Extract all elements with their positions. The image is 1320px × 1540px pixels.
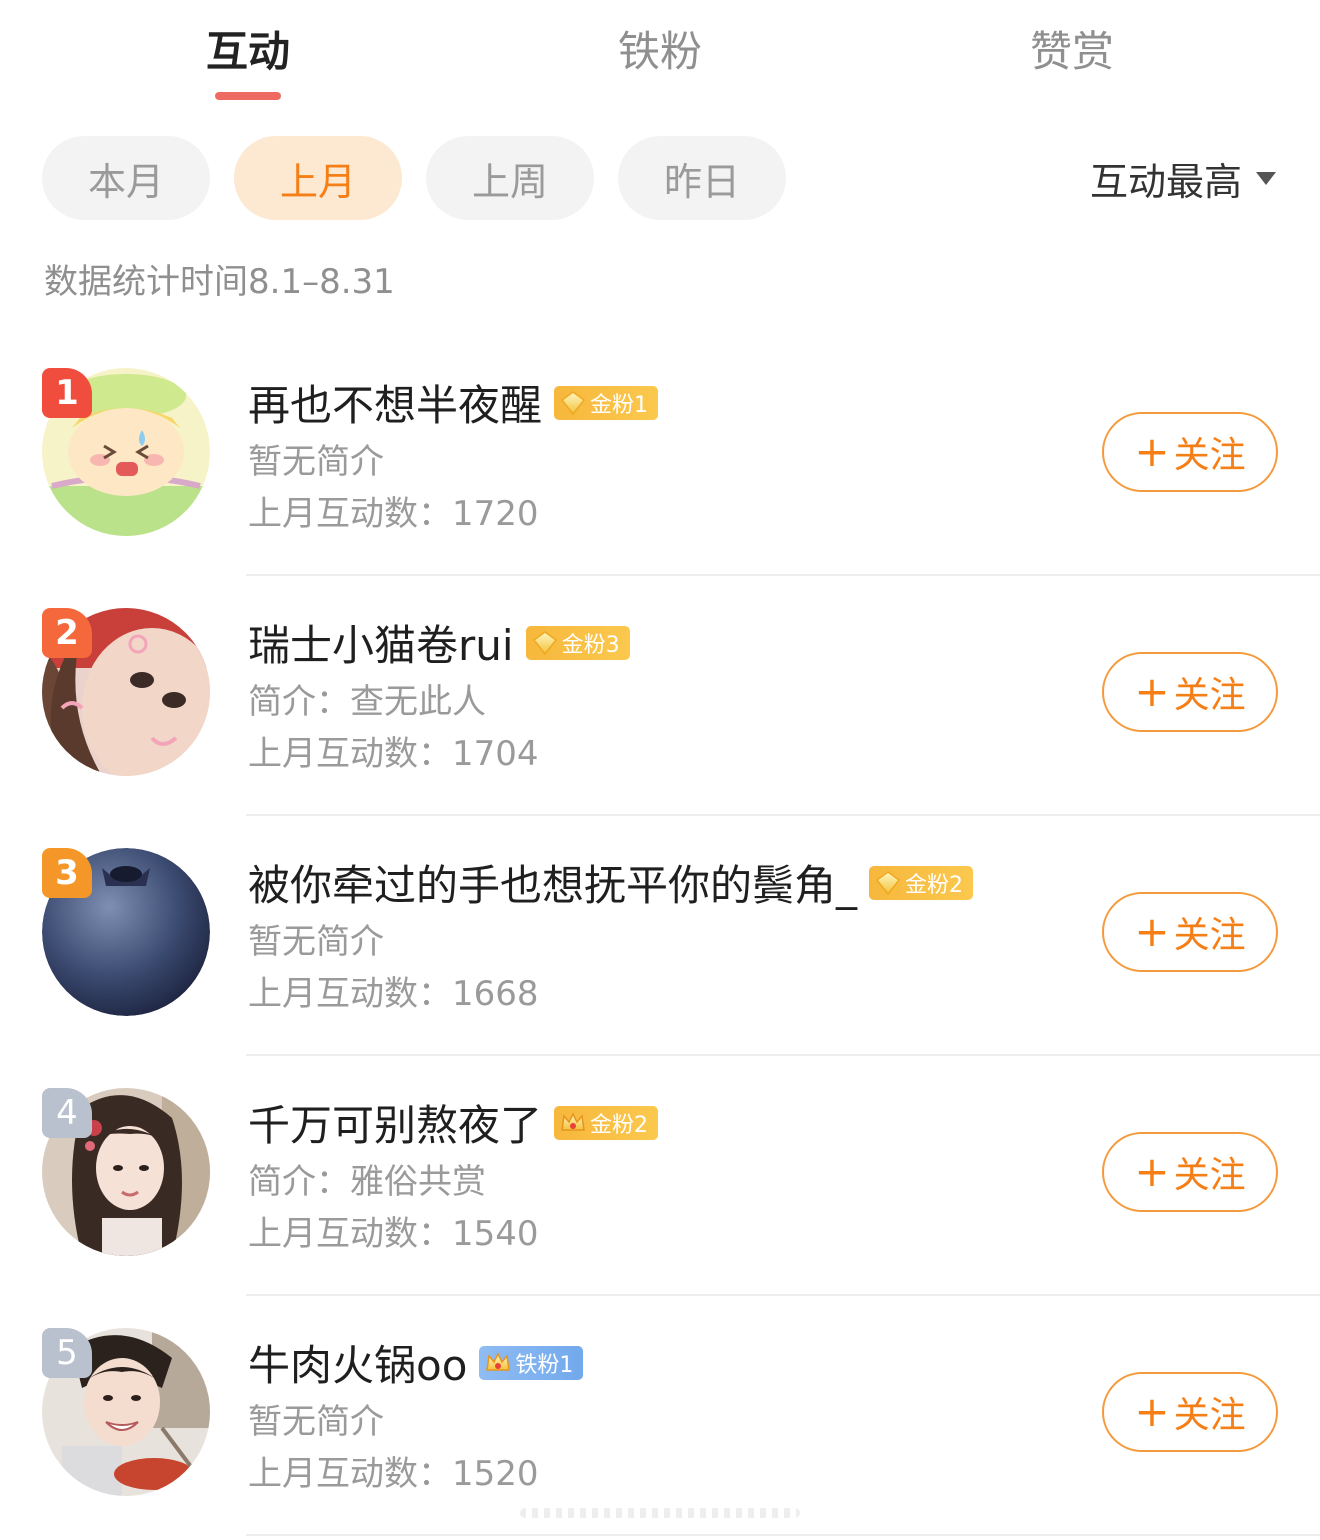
plus-icon: + xyxy=(1134,1147,1170,1196)
badge-label: 金粉1 xyxy=(590,392,649,418)
user-name[interactable]: 瑞士小猫卷rui xyxy=(248,612,514,673)
user-name[interactable]: 千万可别熬夜了 xyxy=(248,1092,542,1153)
fan-level-badge: 金粉2 xyxy=(869,865,974,900)
follow-button[interactable]: + 关注 xyxy=(1102,892,1278,972)
follow-label: 关注 xyxy=(1173,1395,1246,1436)
interaction-count: 上月互动数：1704 xyxy=(248,734,539,774)
fan-level-badge: 铁粉1 xyxy=(479,1345,584,1380)
fan-ranking-list: 1 再也不想半夜醒 金粉1 暂无简介 上月互动数：1720 + 关注 2 瑞士小… xyxy=(0,336,1320,1536)
diamond-icon xyxy=(875,870,901,895)
fan-level-badge: 金粉2 xyxy=(554,1105,659,1140)
user-bio: 暂无简介 xyxy=(248,922,384,962)
diamond-icon xyxy=(532,630,557,655)
user-name[interactable]: 被你牵过的手也想抚平你的鬓角_ xyxy=(248,852,857,913)
interaction-count: 上月互动数：1540 xyxy=(248,1214,539,1254)
tab-rewards[interactable]: 赞赏 xyxy=(972,18,1172,79)
follow-label: 关注 xyxy=(1173,675,1246,716)
sort-dropdown[interactable]: 互动最高 xyxy=(1090,136,1276,220)
top-tab-bar: 互动 铁粉 赞赏 xyxy=(0,0,1320,110)
user-bio: 简介：雅俗共赏 xyxy=(248,1162,486,1202)
list-item[interactable]: 3 被你牵过的手也想抚平你的鬓角_ 金粉2 暂无简介 上月互动数：1668 + 关… xyxy=(0,816,1320,1056)
interaction-count: 上月互动数：1720 xyxy=(248,494,539,534)
rank-badge: 2 xyxy=(42,608,92,658)
badge-label: 铁粉1 xyxy=(515,1352,574,1378)
plus-icon: + xyxy=(1134,667,1170,716)
divider xyxy=(246,1534,1320,1536)
crown-icon xyxy=(486,1351,511,1371)
active-tab-indicator xyxy=(215,92,281,100)
rank-badge: 1 xyxy=(42,368,92,418)
follow-button[interactable]: + 关注 xyxy=(1102,1372,1278,1452)
user-bio: 暂无简介 xyxy=(248,1402,384,1442)
filter-last-month[interactable]: 上月 xyxy=(234,136,402,220)
plus-icon: + xyxy=(1134,907,1170,956)
follow-button[interactable]: + 关注 xyxy=(1102,652,1278,732)
badge-label: 金粉2 xyxy=(590,1112,649,1138)
list-item[interactable]: 1 再也不想半夜醒 金粉1 暂无简介 上月互动数：1720 + 关注 xyxy=(0,336,1320,576)
fan-level-badge: 金粉3 xyxy=(525,625,630,660)
follow-button[interactable]: + 关注 xyxy=(1102,412,1278,492)
diamond-icon xyxy=(560,390,586,415)
follow-button[interactable]: + 关注 xyxy=(1102,1132,1278,1212)
plus-icon: + xyxy=(1134,427,1170,476)
crown-icon xyxy=(561,1111,585,1131)
list-item[interactable]: 5 牛肉火锅oo 铁粉1 暂无简介 上月互动数：1520 + 关注 xyxy=(0,1296,1320,1536)
badge-label: 金粉3 xyxy=(561,632,620,658)
follow-label: 关注 xyxy=(1173,1155,1246,1196)
filter-last-week[interactable]: 上周 xyxy=(426,136,594,220)
rank-badge: 5 xyxy=(42,1328,92,1378)
list-item[interactable]: 2 瑞士小猫卷rui 金粉3 简介：查无此人 上月互动数：1704 + 关注 xyxy=(0,576,1320,816)
filter-yesterday[interactable]: 昨日 xyxy=(618,136,786,220)
stats-period-text: 数据统计时间8.1–8.31 xyxy=(44,262,395,302)
rank-badge: 3 xyxy=(42,848,92,898)
fan-level-badge: 金粉1 xyxy=(554,385,659,420)
caret-down-icon xyxy=(1256,171,1276,185)
interaction-count: 上月互动数：1520 xyxy=(248,1454,539,1494)
filter-this-month[interactable]: 本月 xyxy=(42,136,210,220)
rank-badge: 4 xyxy=(42,1088,92,1138)
plus-icon: + xyxy=(1134,1387,1170,1436)
tab-interaction[interactable]: 互动 xyxy=(148,18,348,79)
user-bio: 暂无简介 xyxy=(248,442,384,482)
home-indicator xyxy=(520,1508,800,1518)
follow-label: 关注 xyxy=(1173,915,1246,956)
user-bio: 简介：查无此人 xyxy=(248,682,486,722)
period-filter-bar: 本月 上月 上周 昨日 互动最高 xyxy=(0,136,1320,222)
follow-label: 关注 xyxy=(1173,435,1246,476)
user-name[interactable]: 再也不想半夜醒 xyxy=(248,372,542,433)
badge-label: 金粉2 xyxy=(905,872,964,898)
sort-label: 互动最高 xyxy=(1089,159,1242,204)
interaction-count: 上月互动数：1668 xyxy=(248,974,539,1014)
tab-iron-fans[interactable]: 铁粉 xyxy=(560,18,760,79)
user-name[interactable]: 牛肉火锅oo xyxy=(248,1332,467,1393)
list-item[interactable]: 4 千万可别熬夜了 金粉2 简介：雅俗共赏 上月互动数：1540 + 关注 xyxy=(0,1056,1320,1296)
